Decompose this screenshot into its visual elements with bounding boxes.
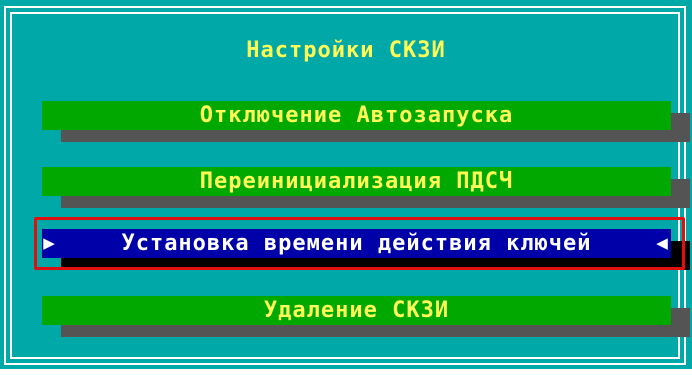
menu-item-remove-skzi[interactable]: Удаление СКЗИ [42, 296, 690, 337]
menu-item-label[interactable]: Отключение Автозапуска [42, 101, 671, 130]
selection-highlight-annotation [34, 217, 685, 270]
menu-item-reinit-pdsch[interactable]: Переинициализация ПДСЧ [42, 167, 690, 208]
menu-item-disable-autostart[interactable]: Отключение Автозапуска [42, 101, 690, 142]
skzi-settings-window: Настройки СКЗИ Отключение Автозапуска Пе… [0, 0, 692, 369]
window-title: Настройки СКЗИ [246, 38, 446, 63]
menu-item-label[interactable]: Переинициализация ПДСЧ [42, 167, 671, 196]
menu-item-label[interactable]: Удаление СКЗИ [42, 296, 671, 325]
